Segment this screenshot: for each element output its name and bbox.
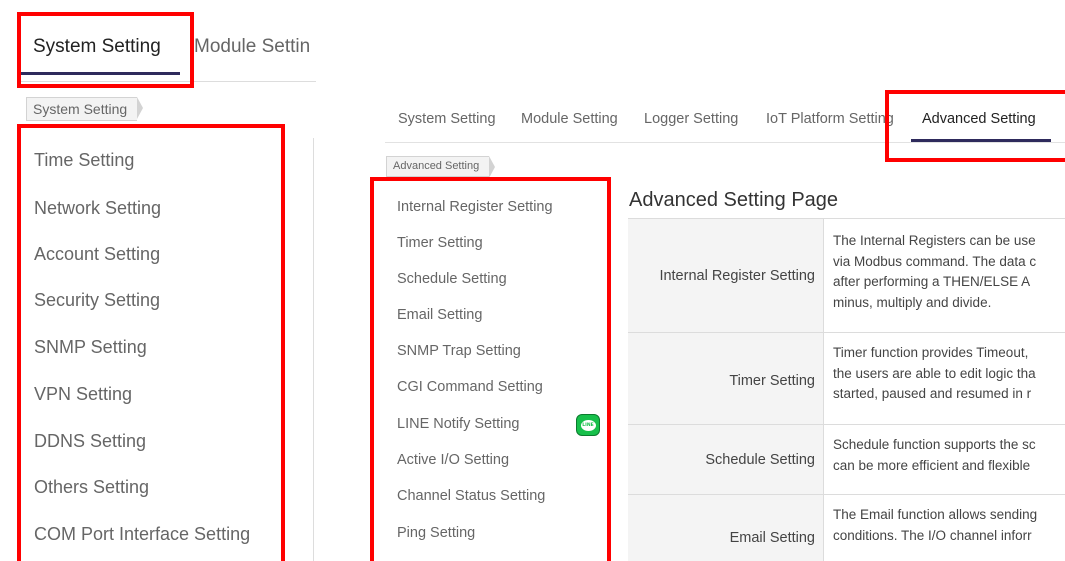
line-notify-icon: LINE <box>576 414 600 436</box>
description-line: after performing a THEN/ELSE A <box>833 274 1031 289</box>
description-line: minus, multiply and divide. <box>833 294 992 310</box>
line-bubble: LINE <box>580 419 596 431</box>
settings-description-table: Internal Register Setting The Internal R… <box>628 218 1065 561</box>
menu-item-security-setting[interactable]: Security Setting <box>34 290 160 311</box>
description-line: Schedule function supports the sc <box>833 437 1036 452</box>
row-label-cell: Schedule Setting <box>628 425 824 495</box>
tab-logger-setting[interactable]: Logger Setting <box>644 111 738 127</box>
table-row: Email Setting The Email function allows … <box>628 494 1065 561</box>
description-line: started, paused and resumed in r <box>833 386 1032 401</box>
tab-divider <box>385 142 1065 143</box>
row-description: Schedule function supports the sc can be… <box>833 435 1065 476</box>
row-label-cell: Timer Setting <box>628 333 824 425</box>
menu-item-active-io-setting[interactable]: Active I/O Setting <box>397 452 509 468</box>
tab-system-setting[interactable]: System Setting <box>33 36 161 58</box>
menu-item-time-setting[interactable]: Time Setting <box>34 150 134 171</box>
system-setting-menu: Time Setting Network Setting Account Set… <box>0 130 316 561</box>
description-line: Timer function provides Timeout, <box>833 345 1029 360</box>
breadcrumb[interactable]: Advanced Setting <box>386 156 496 178</box>
menu-item-network-setting[interactable]: Network Setting <box>34 198 161 219</box>
row-description: The Email function allows sending condit… <box>833 505 1065 546</box>
tab-divider <box>18 81 316 82</box>
row-label: Email Setting <box>729 530 815 546</box>
active-tab-indicator <box>20 72 180 75</box>
menu-item-snmp-trap-setting[interactable]: SNMP Trap Setting <box>397 343 521 359</box>
menu-item-snmp-setting[interactable]: SNMP Setting <box>34 337 147 358</box>
menu-separator <box>313 138 314 561</box>
tab-advanced-setting[interactable]: Advanced Setting <box>922 111 1036 127</box>
menu-item-ping-setting[interactable]: Ping Setting <box>397 525 475 541</box>
description-line: The Email function allows sending <box>833 507 1038 522</box>
row-label-cell: Email Setting <box>628 495 824 561</box>
menu-item-others-setting[interactable]: Others Setting <box>34 477 149 498</box>
menu-item-com-port-interface-setting[interactable]: COM Port Interface Setting <box>34 524 250 545</box>
menu-item-channel-status-setting[interactable]: Channel Status Setting <box>397 488 545 504</box>
menu-item-ddns-setting[interactable]: DDNS Setting <box>34 431 146 452</box>
menu-item-timer-setting[interactable]: Timer Setting <box>397 235 483 251</box>
menu-item-line-notify-setting[interactable]: LINE Notify Setting <box>397 416 520 432</box>
description-line: can be more efficient and flexible <box>833 457 1031 473</box>
menu-item-email-setting[interactable]: Email Setting <box>397 307 482 323</box>
row-description: The Internal Registers can be use via Mo… <box>833 231 1065 313</box>
table-row: Internal Register Setting The Internal R… <box>628 218 1065 333</box>
menu-item-account-setting[interactable]: Account Setting <box>34 244 160 265</box>
menu-item-cgi-command-setting[interactable]: CGI Command Setting <box>397 379 543 395</box>
left-tab-bar: System Setting Module Settin <box>0 18 316 84</box>
table-row: Timer Setting Timer function provides Ti… <box>628 332 1065 425</box>
description-line: via Modbus command. The data c <box>833 253 1037 269</box>
row-label: Internal Register Setting <box>659 268 815 284</box>
description-line: conditions. The I/O channel inforr <box>833 527 1032 543</box>
row-description: Timer function provides Timeout, the use… <box>833 343 1065 405</box>
right-tab-bar: System Setting Module Setting Logger Set… <box>380 98 1065 144</box>
tab-iot-platform-setting[interactable]: IoT Platform Setting <box>766 111 894 127</box>
description-line: the users are able to edit logic tha <box>833 365 1036 381</box>
page-title: Advanced Setting Page <box>629 189 839 211</box>
menu-item-internal-register-setting[interactable]: Internal Register Setting <box>397 199 553 215</box>
description-line: The Internal Registers can be use <box>833 233 1036 248</box>
row-label: Schedule Setting <box>705 452 815 468</box>
menu-item-vpn-setting[interactable]: VPN Setting <box>34 384 132 405</box>
table-row: Schedule Setting Schedule function suppo… <box>628 424 1065 495</box>
row-label-cell: Internal Register Setting <box>628 219 824 333</box>
row-label: Timer Setting <box>729 373 815 389</box>
menu-item-schedule-setting[interactable]: Schedule Setting <box>397 271 507 287</box>
breadcrumb[interactable]: System Setting <box>26 97 144 121</box>
tab-module-setting[interactable]: Module Settin <box>194 36 310 58</box>
tab-system-setting[interactable]: System Setting <box>398 111 496 127</box>
tab-module-setting[interactable]: Module Setting <box>521 111 618 127</box>
